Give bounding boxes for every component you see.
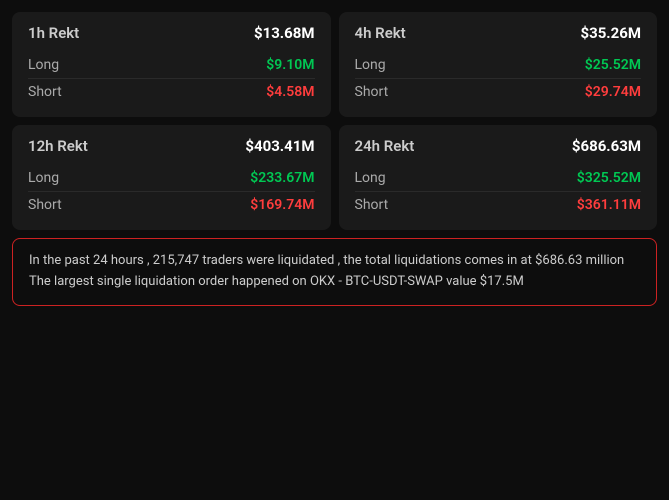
card-4h-long-label: Long xyxy=(355,57,386,73)
card-12h-total: $403.41M xyxy=(245,137,314,155)
card-1h-long-value: $9.10M xyxy=(266,57,314,73)
card-4h-title: 4h Rekt xyxy=(355,24,406,42)
card-12h-header: 12h Rekt $403.41M xyxy=(28,137,315,155)
card-1h-short-label: Short xyxy=(28,84,62,100)
card-1h-total: $13.68M xyxy=(254,24,315,42)
card-4h-long-row: Long $25.52M xyxy=(355,52,642,78)
card-4h-total: $35.26M xyxy=(580,24,641,42)
summary-box: In the past 24 hours , 215,747 traders w… xyxy=(12,238,657,306)
card-1h-short-value: $4.58M xyxy=(266,84,314,100)
rekt-grid: 1h Rekt $13.68M Long $9.10M Short $4.58M… xyxy=(12,12,657,230)
card-4h-long-value: $25.52M xyxy=(585,57,641,73)
card-4h-short-value: $29.74M xyxy=(585,84,641,100)
card-12h-long-row: Long $233.67M xyxy=(28,165,315,191)
card-1h-long-row: Long $9.10M xyxy=(28,52,315,78)
card-1h: 1h Rekt $13.68M Long $9.10M Short $4.58M xyxy=(12,12,331,117)
card-12h-title: 12h Rekt xyxy=(28,137,88,155)
card-24h-total: $686.63M xyxy=(572,137,641,155)
card-4h-short-label: Short xyxy=(355,84,389,100)
card-24h-short-value: $361.11M xyxy=(577,197,641,213)
card-12h-short-value: $169.74M xyxy=(250,197,314,213)
summary-line2: The largest single liquidation order hap… xyxy=(29,272,640,293)
card-24h-long-label: Long xyxy=(355,170,386,186)
card-24h: 24h Rekt $686.63M Long $325.52M Short $3… xyxy=(339,125,658,230)
card-24h-long-value: $325.52M xyxy=(577,170,641,186)
card-24h-short-row: Short $361.11M xyxy=(355,191,642,218)
card-24h-header: 24h Rekt $686.63M xyxy=(355,137,642,155)
card-1h-long-label: Long xyxy=(28,57,59,73)
card-24h-long-row: Long $325.52M xyxy=(355,165,642,191)
card-1h-title: 1h Rekt xyxy=(28,24,79,42)
card-24h-short-label: Short xyxy=(355,197,389,213)
card-1h-short-row: Short $4.58M xyxy=(28,78,315,105)
card-4h: 4h Rekt $35.26M Long $25.52M Short $29.7… xyxy=(339,12,658,117)
card-12h: 12h Rekt $403.41M Long $233.67M Short $1… xyxy=(12,125,331,230)
card-1h-header: 1h Rekt $13.68M xyxy=(28,24,315,42)
card-12h-short-row: Short $169.74M xyxy=(28,191,315,218)
card-4h-header: 4h Rekt $35.26M xyxy=(355,24,642,42)
card-12h-long-label: Long xyxy=(28,170,59,186)
card-12h-long-value: $233.67M xyxy=(250,170,314,186)
card-4h-short-row: Short $29.74M xyxy=(355,78,642,105)
card-12h-short-label: Short xyxy=(28,197,62,213)
summary-line1: In the past 24 hours , 215,747 traders w… xyxy=(29,251,640,272)
card-24h-title: 24h Rekt xyxy=(355,137,415,155)
